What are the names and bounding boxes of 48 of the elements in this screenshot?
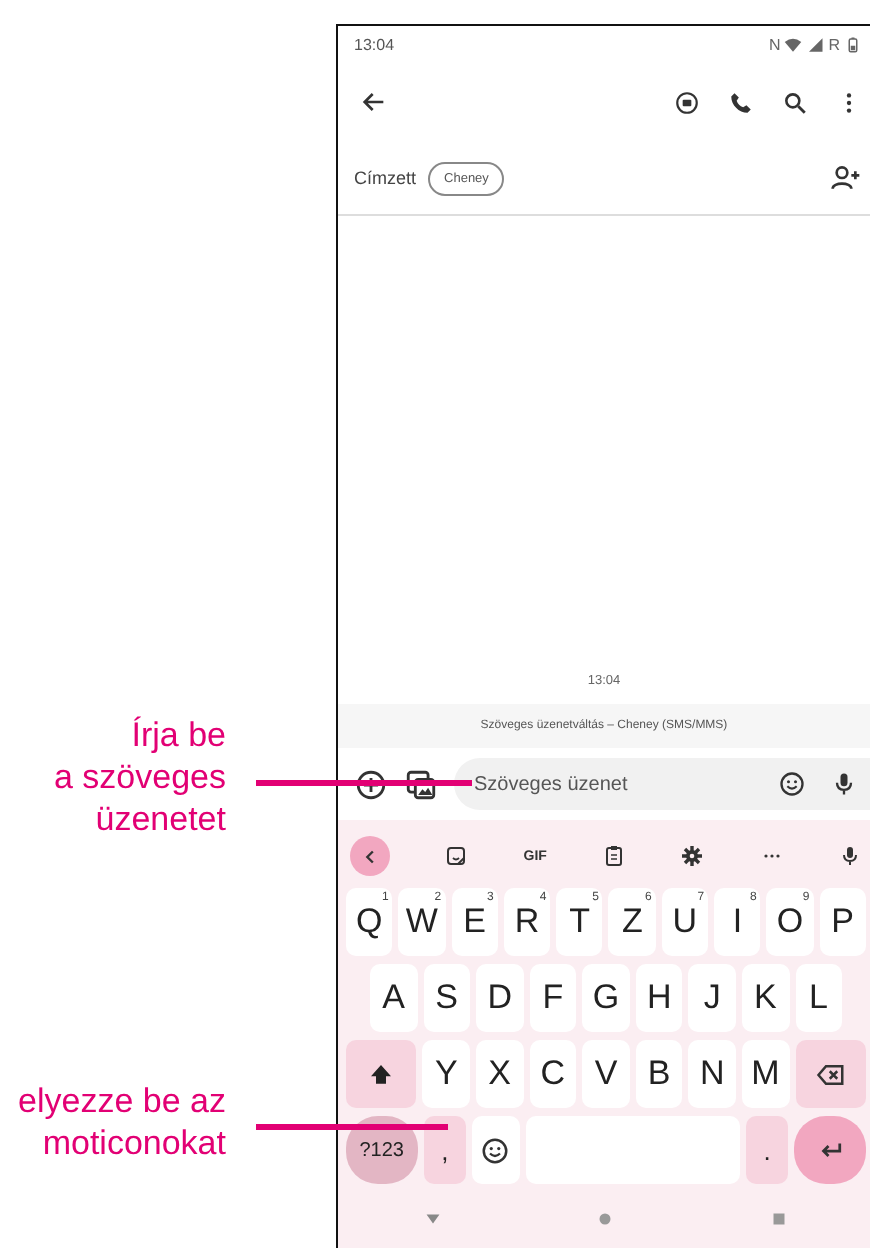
recipient-label: Címzett [354, 168, 417, 188]
key[interactable]: L [795, 964, 843, 1032]
key[interactable]: V [582, 1040, 630, 1108]
key[interactable]: S [423, 964, 471, 1032]
microphone-icon[interactable] [830, 770, 858, 798]
sticker-icon[interactable] [444, 844, 469, 868]
emoji-icon[interactable] [778, 770, 806, 798]
key[interactable]: G [582, 964, 630, 1032]
key[interactable]: H [635, 964, 683, 1032]
punctuation-key[interactable]: , [423, 1116, 467, 1184]
settings-icon[interactable] [680, 844, 705, 868]
key[interactable]: J [688, 964, 736, 1032]
battery-icon [844, 35, 862, 53]
key[interactable]: K [741, 964, 789, 1032]
key[interactable]: A [370, 964, 418, 1032]
clipboard-icon[interactable] [601, 844, 626, 868]
callout-text: Írja be a szöveges üzenetet [54, 714, 226, 840]
backspace-key[interactable] [795, 1040, 866, 1108]
add-icon[interactable] [354, 767, 388, 801]
search-icon[interactable] [782, 89, 808, 115]
key[interactable]: C [529, 1040, 577, 1108]
key[interactable]: N [688, 1040, 736, 1108]
emoji-icon [480, 1135, 511, 1165]
symbols-key[interactable]: ?123 [346, 1116, 418, 1184]
key[interactable]: X [476, 1040, 524, 1108]
microphone-icon[interactable] [837, 844, 862, 868]
message-input-field[interactable]: Szöveges üzenet [454, 758, 870, 810]
roaming-indicator: R [828, 35, 840, 53]
emoji-key[interactable] [472, 1116, 520, 1184]
key[interactable]: M [741, 1040, 790, 1108]
phone-icon[interactable] [728, 89, 754, 115]
add-person-icon[interactable] [830, 162, 862, 194]
punctuation-key[interactable]: . [745, 1116, 789, 1184]
chat-bubble-icon[interactable] [674, 89, 700, 115]
key[interactable]: P [819, 888, 866, 956]
key[interactable]: Y [422, 1040, 470, 1108]
nfc-indicator: N [768, 35, 781, 53]
status-time: 13:04 [354, 35, 395, 53]
signal-icon [806, 35, 825, 53]
collapse-button[interactable] [350, 836, 390, 876]
key[interactable]: D [476, 964, 524, 1032]
backspace-icon [815, 1059, 846, 1089]
shift-key[interactable] [346, 1040, 417, 1108]
enter-key[interactable] [794, 1116, 866, 1184]
callout-text: elyezze be az moticonokat [18, 1080, 226, 1164]
key[interactable]: B [635, 1040, 683, 1108]
key[interactable]: F [529, 964, 577, 1032]
wifi-icon [784, 35, 803, 53]
